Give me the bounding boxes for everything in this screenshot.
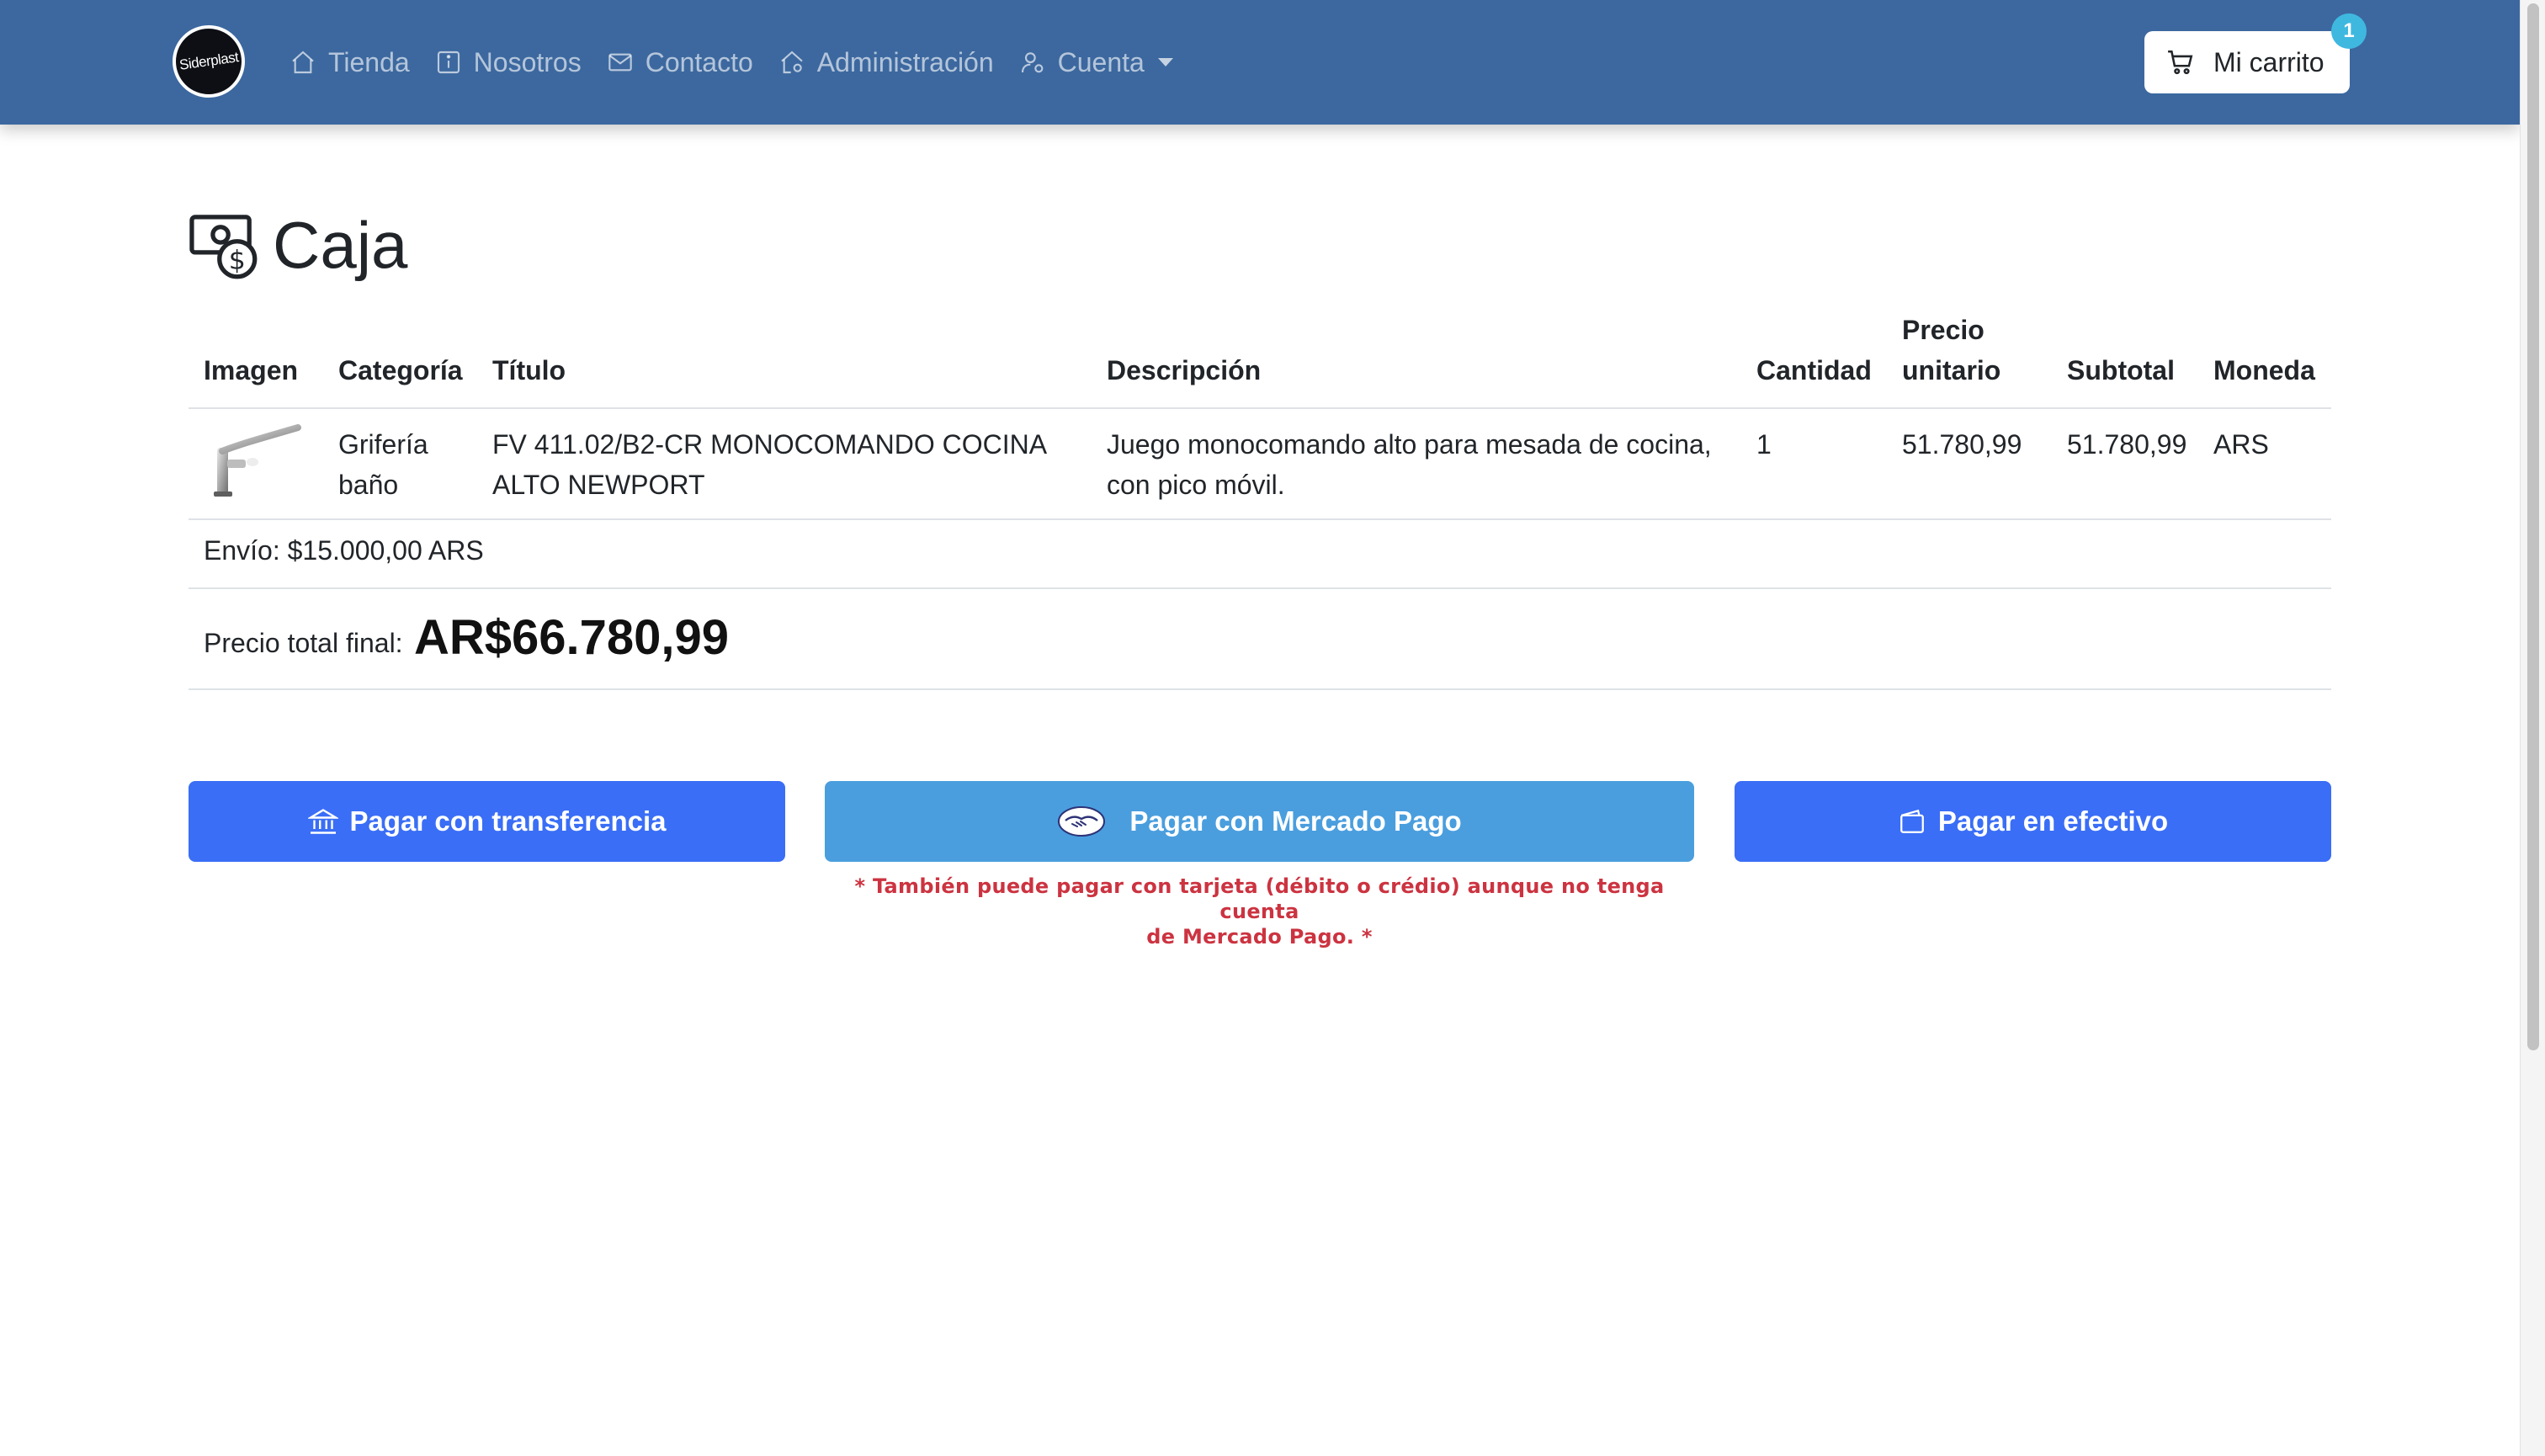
mercadopago-note-line2: de Mercado Pago. * (1146, 925, 1373, 949)
cell-descripcion-line2: con pico móvil. (1107, 470, 1285, 500)
product-image (214, 424, 301, 497)
column-header-subtotal: Subtotal (2067, 355, 2175, 385)
bank-icon (307, 809, 338, 834)
pay-transfer-label: Pagar con transferencia (349, 805, 667, 837)
svg-text:$: $ (229, 245, 246, 275)
page-heading: $ Caja (189, 207, 407, 284)
nav-item-contacto[interactable]: Contacto (607, 47, 753, 78)
nav-item-label: Cuenta (1057, 46, 1145, 77)
pay-transfer-button[interactable]: Pagar con transferencia (189, 781, 785, 862)
mercadopago-handshake-icon (1058, 806, 1106, 837)
table-row: Grifería baño FV 411.02/B2-CR MONOCOMAND… (189, 409, 2331, 520)
column-header-cantidad: Cantidad (1756, 355, 1872, 385)
nav-item-label: Administración (816, 46, 994, 77)
nav-item-administracion[interactable]: Administración (778, 47, 994, 78)
cell-titulo: FV 411.02/B2-CR MONOCOMANDO COCINA ALTO … (492, 424, 1047, 505)
cell-descripcion-line1: Juego monocomando alto para mesada de co… (1107, 429, 1712, 460)
cell-subtotal: 51.780,99 (2067, 429, 2187, 460)
column-header-titulo: Título (492, 355, 566, 385)
cart-count-badge: 1 (2331, 13, 2367, 49)
nav-item-tienda[interactable]: Tienda (290, 47, 410, 78)
cart-label: Mi carrito (2213, 46, 2325, 77)
brand-logo[interactable]: Siderplast (173, 25, 245, 98)
brand-logo-text: Siderplast (178, 49, 240, 73)
home-icon (292, 50, 314, 74)
envelope-icon (608, 53, 632, 72)
total-row: Precio total final: AR$66.780,99 (189, 589, 2331, 690)
column-header-imagen: Imagen (204, 355, 299, 385)
mercadopago-note: * También puede pagar con tarjeta (débit… (825, 874, 1694, 949)
nav-links: Tienda Nosotros Contacto Administración … (290, 40, 1198, 84)
shipping-row: Envío: $15.000,00 ARS (189, 520, 2331, 589)
cash-coin-icon: $ (189, 214, 258, 279)
column-header-categoria: Categoría (338, 355, 463, 385)
cell-moneda: ARS (2213, 429, 2269, 460)
pay-mercadopago-label: Pagar con Mercado Pago (1129, 805, 1462, 837)
cell-categoria: Grifería baño (338, 424, 428, 505)
cell-titulo-line2: ALTO NEWPORT (492, 470, 705, 500)
column-header-precio-unitario: Precio unitario (1902, 310, 2000, 391)
wallet-icon (1899, 809, 1924, 833)
total-label: Precio total final: (204, 628, 403, 658)
nav-item-cuenta[interactable]: Cuenta (1019, 47, 1173, 78)
cart-button[interactable]: Mi carrito (2144, 31, 2350, 93)
nav-item-label: Tienda (328, 46, 410, 77)
table-header: Imagen Categoría Título Descripción Cant… (189, 306, 2331, 409)
column-header-precio-line1: Precio (1902, 315, 1984, 345)
column-header-moneda: Moneda (2213, 355, 2315, 385)
mercadopago-note-line1: * También puede pagar con tarjeta (débit… (854, 874, 1665, 923)
column-header-descripcion: Descripción (1107, 355, 1262, 385)
cell-categoria-line2: baño (338, 470, 399, 500)
nav-item-nosotros[interactable]: Nosotros (435, 47, 582, 78)
cell-cantidad: 1 (1756, 429, 1772, 460)
scrollbar[interactable] (2520, 0, 2545, 1456)
chevron-down-icon (1157, 58, 1173, 66)
page-title: Caja (273, 208, 408, 282)
cell-titulo-line1: FV 411.02/B2-CR MONOCOMANDO COCINA (492, 429, 1048, 460)
user-gear-icon (1021, 52, 1044, 73)
cart-icon (2168, 50, 2193, 75)
cell-categoria-line1: Grifería (338, 429, 428, 460)
cell-precio-unitario: 51.780,99 (1902, 429, 2022, 460)
column-header-precio-line2: unitario (1902, 355, 2001, 385)
pay-cash-button[interactable]: Pagar en efectivo (1735, 781, 2331, 862)
house-gear-icon (781, 50, 803, 74)
shipping-cost: Envío: $15.000,00 ARS (204, 535, 484, 566)
pay-cash-label: Pagar en efectivo (1937, 805, 2169, 837)
scrollbar-thumb[interactable] (2527, 3, 2539, 1050)
cell-descripcion: Juego monocomando alto para mesada de co… (1107, 424, 1712, 505)
pay-mercadopago-button[interactable]: Pagar con Mercado Pago (825, 781, 1694, 862)
info-icon (437, 50, 460, 74)
cart-table: Imagen Categoría Título Descripción Cant… (189, 306, 2331, 690)
navbar: Siderplast Tienda Nosotros Contacto Admi… (0, 0, 2520, 125)
total-price: AR$66.780,99 (414, 610, 730, 665)
nav-item-label: Contacto (645, 46, 753, 77)
nav-item-label: Nosotros (473, 46, 582, 77)
